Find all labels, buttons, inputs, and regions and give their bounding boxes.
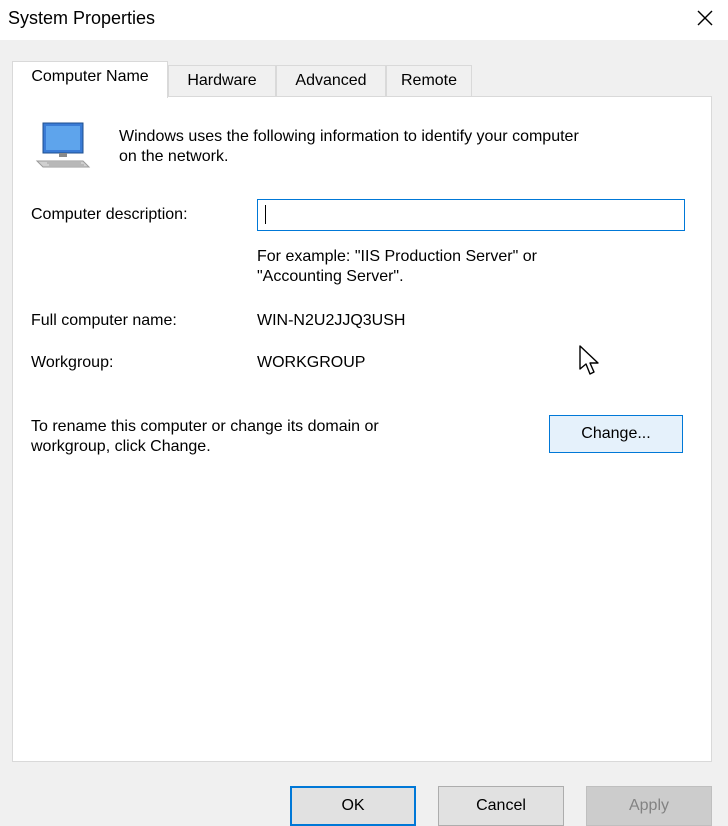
rename-line-1: To rename this computer or change its do…	[31, 418, 379, 435]
full-computer-name-label: Full computer name:	[31, 312, 177, 329]
tab-remote[interactable]: Remote	[386, 65, 472, 97]
tab-strip: Computer Name Hardware Advanced Remote	[12, 61, 712, 98]
computer-description-label: Computer description:	[31, 206, 188, 223]
rename-instructions: To rename this computer or change its do…	[31, 417, 379, 457]
mouse-pointer-icon	[579, 345, 599, 375]
intro-text: Windows uses the following information t…	[119, 127, 699, 167]
workgroup-label: Workgroup:	[31, 354, 114, 371]
workgroup-value: WORKGROUP	[257, 354, 366, 371]
computer-description-input[interactable]	[257, 199, 685, 231]
example-text: For example: "IIS Production Server" or …	[257, 247, 537, 287]
window-title: System Properties	[8, 8, 156, 28]
full-computer-name-value: WIN-N2U2JJQ3USH	[257, 312, 406, 329]
close-button[interactable]	[682, 0, 728, 36]
tab-advanced[interactable]: Advanced	[276, 65, 386, 97]
rename-line-2: workgroup, click Change.	[31, 438, 211, 455]
close-icon	[697, 10, 713, 26]
apply-button[interactable]: Apply	[586, 786, 712, 826]
intro-line-2: on the network.	[119, 148, 229, 165]
example-line-1: For example: "IIS Production Server" or	[257, 248, 537, 265]
intro-line-1: Windows uses the following information t…	[119, 128, 579, 145]
ok-button[interactable]: OK	[290, 786, 416, 826]
computer-name-panel: Windows uses the following information t…	[12, 96, 712, 762]
cancel-button[interactable]: Cancel	[438, 786, 564, 826]
title-bar: System Properties	[0, 0, 728, 40]
tab-computer-name[interactable]: Computer Name	[12, 61, 168, 98]
change-button[interactable]: Change...	[549, 415, 683, 453]
text-caret	[265, 205, 266, 224]
example-line-2: "Accounting Server".	[257, 268, 404, 285]
computer-monitor-icon	[35, 122, 91, 168]
tab-hardware[interactable]: Hardware	[168, 65, 276, 97]
